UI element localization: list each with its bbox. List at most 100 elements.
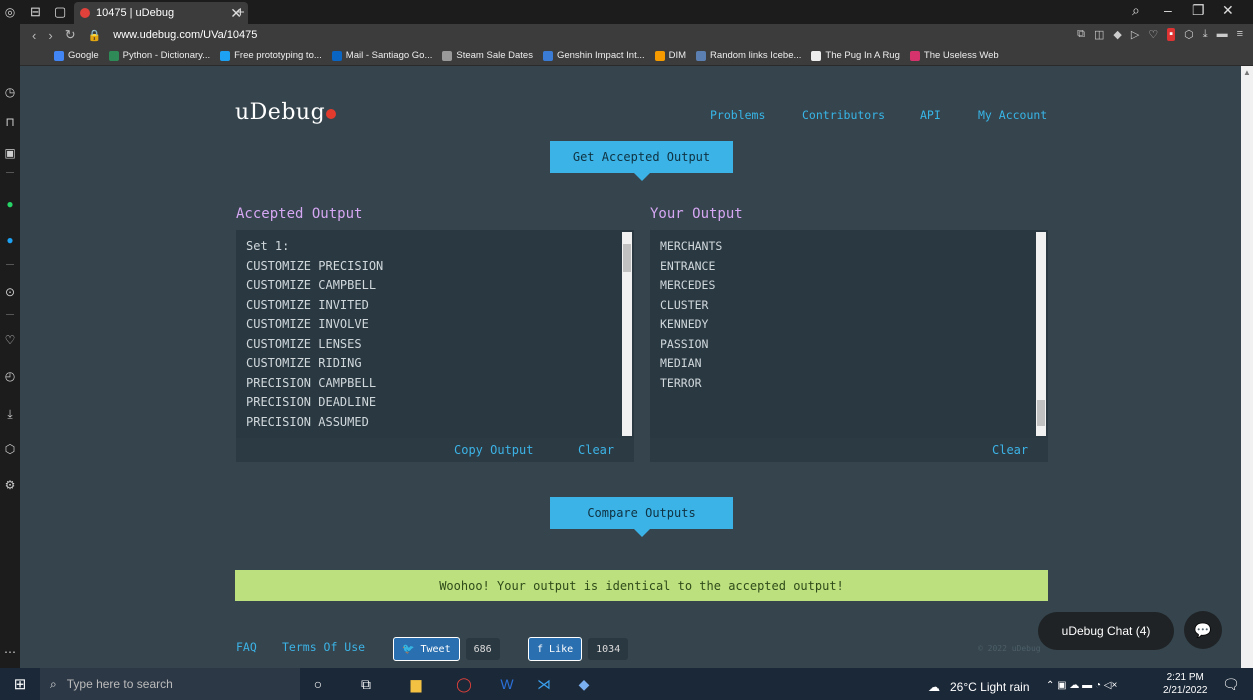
clear-your-button[interactable]: Clear — [992, 443, 1028, 457]
weather-icon[interactable]: ☁ — [928, 680, 940, 694]
copy-output-button[interactable]: Copy Output — [454, 443, 533, 457]
new-tab-icon[interactable]: + — [236, 4, 245, 21]
heart-icon[interactable]: ♡ — [1148, 28, 1158, 41]
menu-icon[interactable]: ≡ — [1237, 28, 1243, 41]
bookmark-icon — [909, 50, 920, 61]
bookmark-5[interactable]: Genshin Impact Int... — [542, 50, 645, 61]
task-view-icon[interactable]: ⧉ — [358, 676, 374, 692]
back-icon[interactable]: ‹ — [32, 28, 36, 43]
udebug-logo[interactable]: uDebug — [235, 100, 337, 125]
bookmark-icon — [696, 50, 707, 61]
your-output-textarea[interactable]: MERCHANTS ENTRANCE MERCEDES CLUSTER KENNEDY P… — [650, 230, 1048, 438]
bookmark-6[interactable]: DIM — [654, 50, 686, 61]
bookmark-8[interactable]: The Pug In A Rug — [811, 50, 900, 61]
bookmark-label: Steam Sale Dates — [456, 50, 533, 61]
whatsapp-icon[interactable]: ● — [2, 196, 18, 212]
bookmark-icon — [331, 50, 342, 61]
like-count: 1034 — [588, 638, 629, 660]
speed-dial-icon[interactable]: ◷ — [2, 84, 18, 100]
page-scrollbar[interactable]: ▲ — [1241, 66, 1253, 668]
bookmark-1[interactable]: Python - Dictionary... — [108, 50, 210, 61]
camera-icon[interactable]: ◫ — [1094, 28, 1104, 41]
accepted-scrollbar[interactable] — [622, 232, 632, 436]
get-accepted-output-button[interactable]: Get Accepted Output — [550, 141, 733, 181]
cube-icon[interactable]: ⬡ — [1184, 28, 1194, 41]
your-scrollbar[interactable] — [1036, 232, 1046, 436]
word-icon[interactable]: W — [499, 676, 515, 692]
chat-icon[interactable]: 💬 — [1184, 611, 1222, 649]
downloads-icon[interactable]: ⤓ — [2, 406, 18, 422]
get-accepted-output-label: Get Accepted Output — [572, 150, 711, 164]
search-tabs-icon[interactable]: ⌕ — [1132, 2, 1140, 19]
app-icon[interactable]: ◆ — [576, 676, 592, 692]
output-line: PRECISION DEADLINE — [246, 395, 377, 409]
tab-menu-icon[interactable]: ⊟ — [30, 4, 41, 20]
reload-icon[interactable]: ↻ — [65, 27, 76, 43]
shield-icon[interactable]: ◆ — [1113, 28, 1121, 41]
output-line: CUSTOMIZE CAMPBELL — [246, 278, 377, 292]
your-output-footer: Clear — [650, 438, 1048, 462]
minimize-icon[interactable]: – — [1164, 2, 1172, 18]
output-line: TERROR — [660, 375, 702, 390]
opera-sidebar: ◎ ◷ ⊓ ▣ ● ● ⊙ ♡ ◴ ⤓ ⬡ ⚙ ⋯ — [0, 0, 20, 668]
download-icon[interactable]: ⤓ — [1203, 28, 1208, 41]
clear-accepted-button[interactable]: Clear — [578, 443, 614, 457]
battery-icon[interactable]: ▬ — [1217, 28, 1228, 41]
tray-icons[interactable]: ⌃ ▣ ☁ ▬ ◔ ◁× — [1046, 680, 1117, 691]
bookmark-2[interactable]: Free prototyping to... — [220, 50, 322, 61]
like-button[interactable]: f Like — [528, 637, 583, 661]
opera-logo-icon[interactable]: ◎ — [2, 4, 18, 20]
taskbar-search[interactable]: ⌕ Type here to search — [40, 668, 300, 700]
compare-outputs-label: Compare Outputs — [587, 506, 696, 520]
tweet-widget: 🐦 Tweet 686 — [393, 637, 500, 661]
extensions-icon[interactable]: ⬡ — [2, 441, 18, 457]
weather-text[interactable]: 26°C Light rain — [950, 680, 1030, 694]
output-line: KENNEDY — [660, 317, 709, 331]
output-line: CUSTOMIZE LENSES — [246, 336, 362, 351]
snapshot-icon[interactable]: ⧉ — [1077, 28, 1085, 41]
bookmark-7[interactable]: Random links Icebe... — [696, 50, 801, 61]
twitch-icon[interactable]: ▣ — [2, 145, 18, 161]
settings-icon[interactable]: ⚙ — [2, 477, 18, 493]
bag-icon[interactable]: ⊓ — [2, 114, 18, 130]
nav-my-account[interactable]: My Account — [978, 108, 1047, 122]
faq-link[interactable]: FAQ — [236, 640, 257, 654]
tab-udebug[interactable]: 10475 | uDebug ✕ — [74, 2, 248, 24]
windows-start-icon[interactable]: ⊞ — [0, 668, 40, 700]
bookmark-3[interactable]: Mail - Santiago Go... — [331, 50, 432, 61]
cortana-icon[interactable]: ○ — [310, 676, 326, 692]
nav-api[interactable]: API — [920, 108, 941, 122]
play-icon[interactable]: ▷ — [1131, 28, 1139, 41]
forward-icon[interactable]: › — [48, 28, 52, 43]
notifications-icon[interactable]: 🗨 — [1222, 676, 1240, 693]
bookmark-label: Random links Icebe... — [710, 50, 802, 61]
opera-taskbar-icon[interactable]: ◯ — [456, 676, 472, 692]
restore-icon[interactable]: ❐ — [1192, 2, 1205, 19]
clock-date: 2/21/2022 — [1163, 685, 1208, 696]
terms-link[interactable]: Terms Of Use — [282, 640, 365, 654]
output-line: PRECISION ASSUMED — [246, 414, 369, 429]
more-icon[interactable]: ⋯ — [2, 644, 18, 660]
vscode-icon[interactable]: ⋊ — [536, 676, 552, 692]
extension-badge-icon[interactable]: ▪ — [1167, 28, 1176, 41]
twitter-icon[interactable]: ● — [2, 232, 18, 248]
compare-outputs-button[interactable]: Compare Outputs — [550, 497, 733, 537]
tab-pin-icon[interactable]: ▢ — [54, 4, 66, 20]
output-line: ENTRANCE — [660, 258, 716, 273]
bookmark-4[interactable]: Steam Sale Dates — [442, 50, 533, 61]
accepted-output-textarea[interactable]: Set 1: CUSTOMIZE PRECISION CUSTOMIZE CAMPB… — [236, 230, 634, 438]
url-field[interactable]: www.udebug.com/UVa/10475 — [113, 29, 257, 41]
bookmark-9[interactable]: The Useless Web — [909, 50, 999, 61]
history-icon[interactable]: ◴ — [2, 368, 18, 384]
bookmark-0[interactable]: Google — [54, 50, 99, 61]
nav-contributors[interactable]: Contributors — [802, 108, 885, 122]
file-explorer-icon[interactable]: ▆ — [408, 676, 424, 692]
nav-problems[interactable]: Problems — [710, 108, 765, 122]
clock[interactable]: 2:21 PM 2/21/2022 — [1163, 671, 1208, 697]
close-window-icon[interactable]: ✕ — [1222, 2, 1234, 19]
udebug-chat-button[interactable]: uDebug Chat (4) — [1038, 612, 1174, 650]
player-icon[interactable]: ⊙ — [2, 284, 18, 300]
tweet-button[interactable]: 🐦 Tweet — [393, 637, 460, 661]
heart-icon[interactable]: ♡ — [2, 332, 18, 348]
output-line: CUSTOMIZE PRECISION — [246, 258, 384, 273]
